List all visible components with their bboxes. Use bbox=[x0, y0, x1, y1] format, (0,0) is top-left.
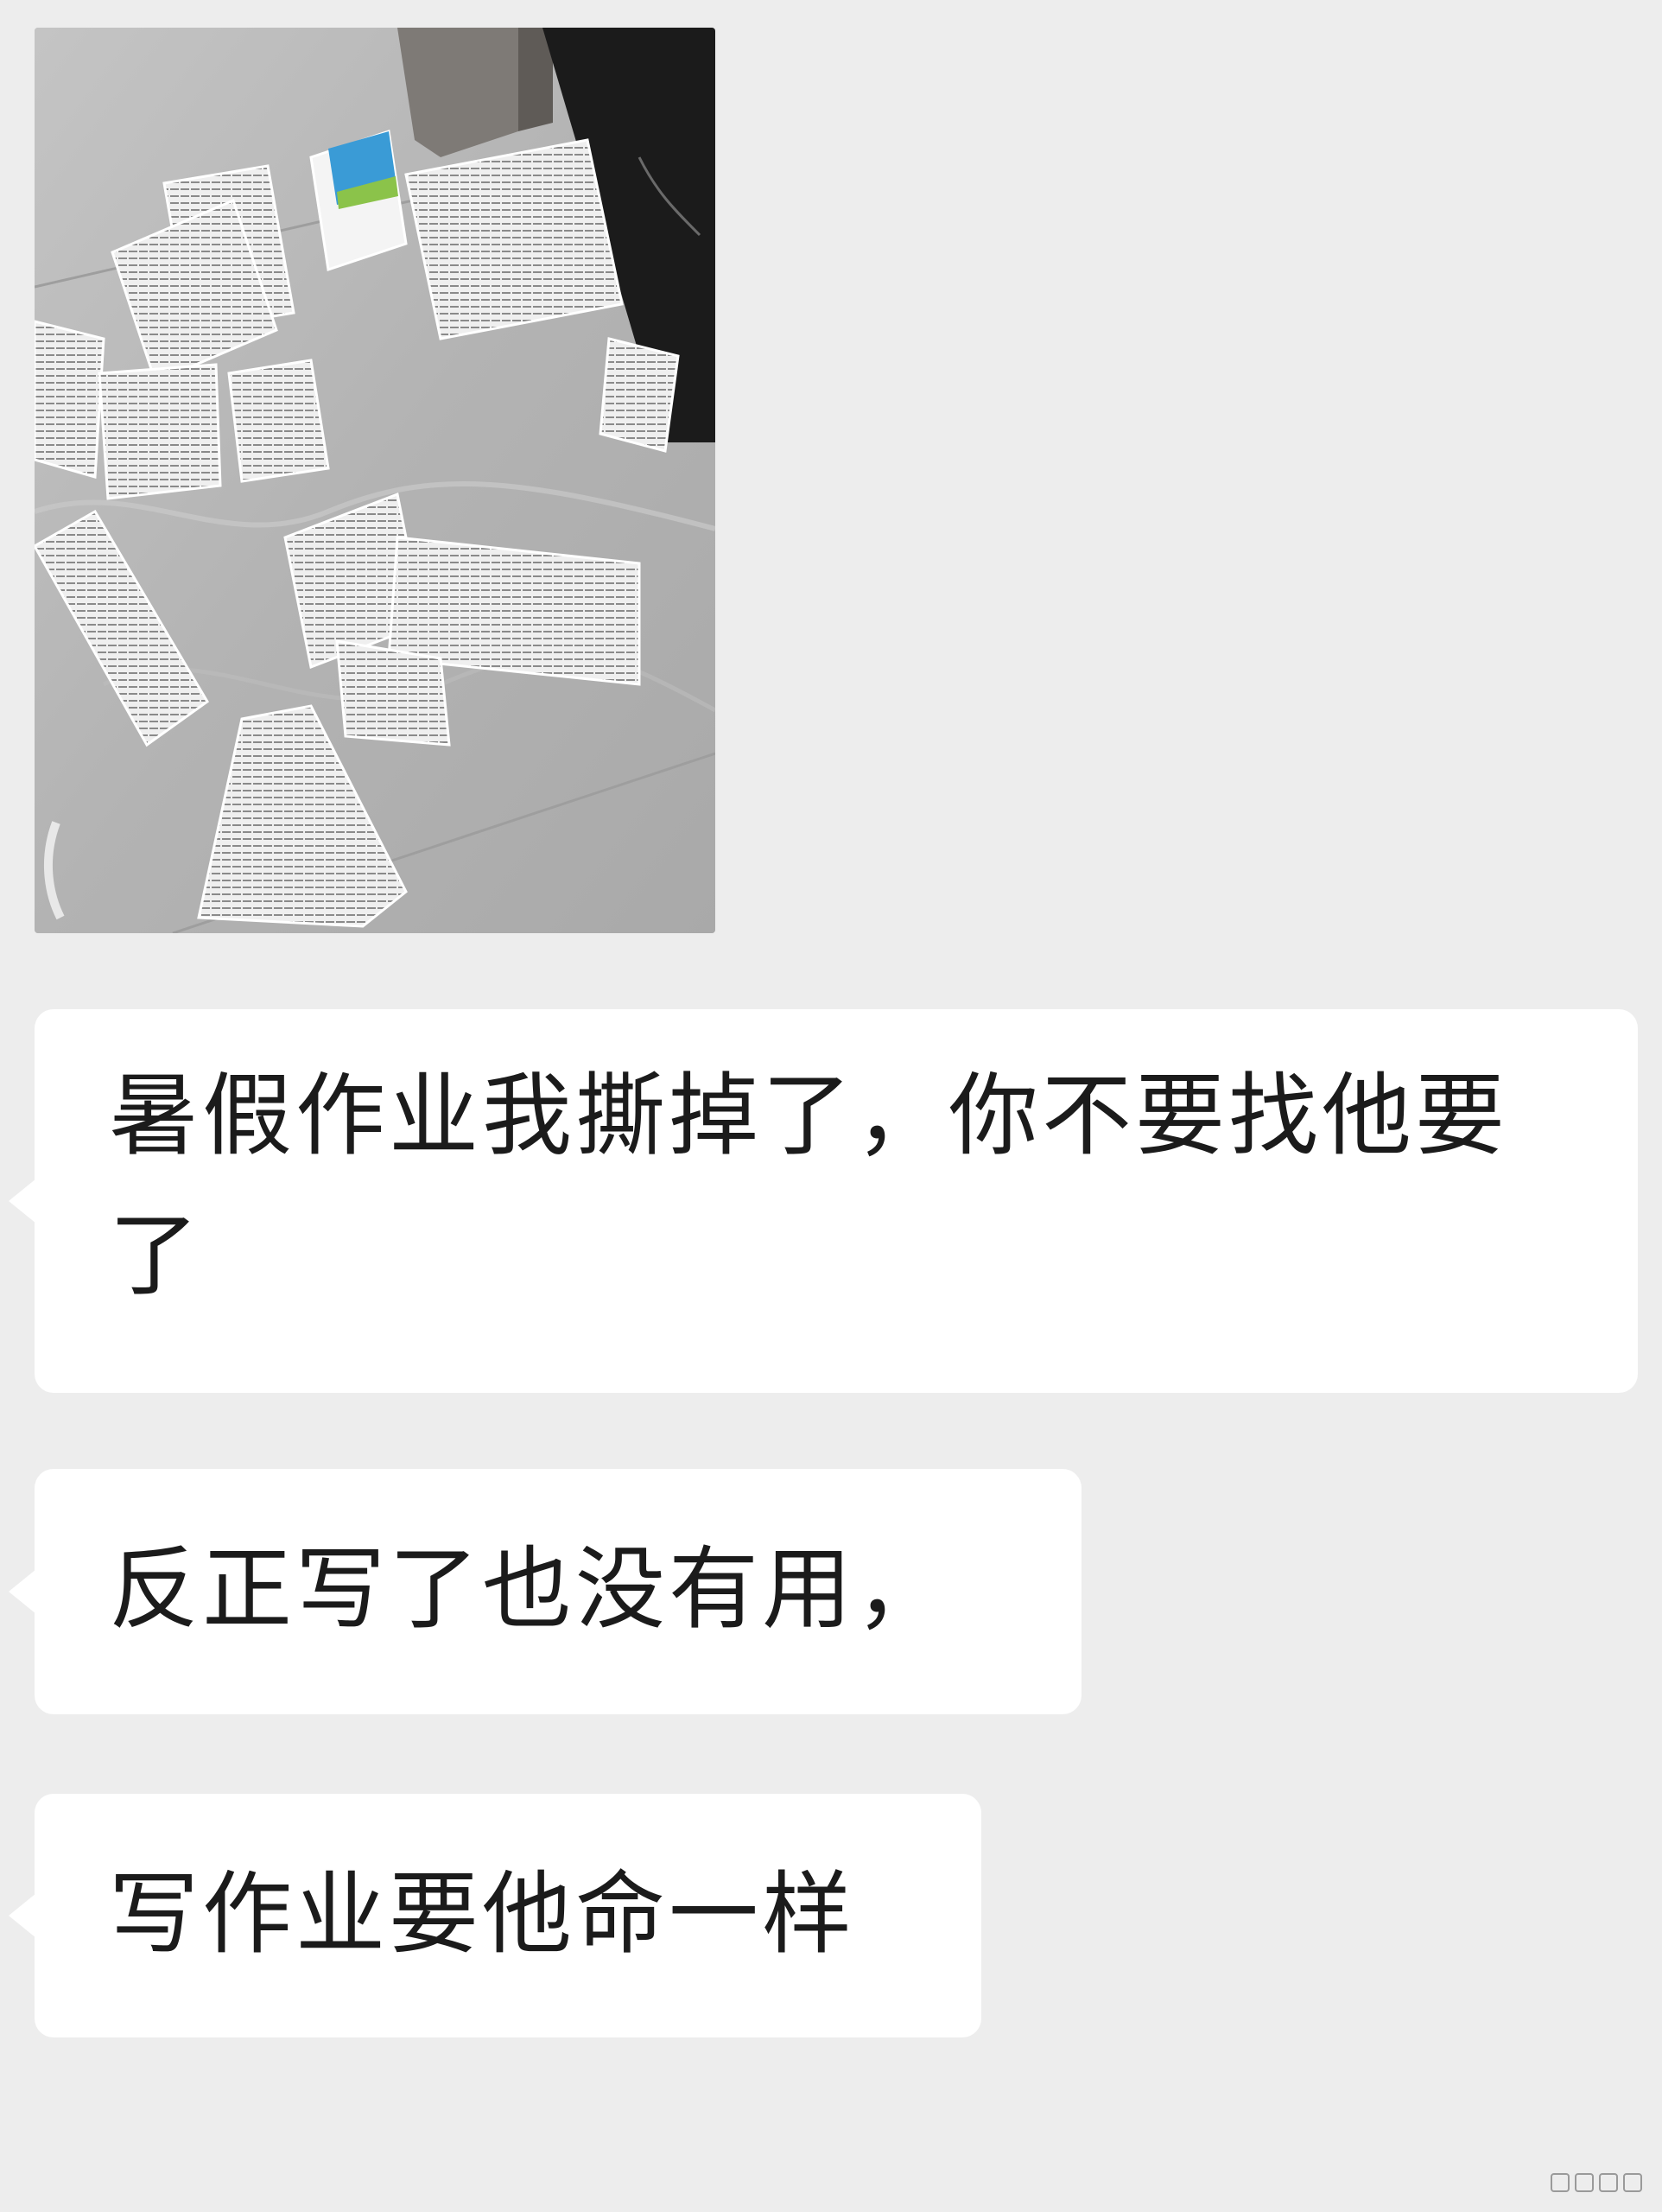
photo-torn-homework-icon bbox=[35, 28, 715, 933]
message-bubble[interactable]: 反正写了也没有用， bbox=[9, 1469, 1082, 1714]
message-text: 写作业要他命一样 bbox=[109, 1861, 856, 1967]
message-bubble[interactable]: 写作业要他命一样 bbox=[9, 1794, 981, 2037]
message-bubble[interactable]: 暑假作业我撕掉了，你不要找他要了 bbox=[9, 1009, 1638, 1393]
photo-message[interactable] bbox=[35, 28, 715, 933]
message-text: 暑假作业我撕掉了，你不要找他要了 bbox=[109, 1063, 1509, 1308]
watermark-icon bbox=[1551, 2173, 1642, 2192]
message-text: 反正写了也没有用， bbox=[109, 1536, 949, 1642]
chat-area: 暑假作业我撕掉了，你不要找他要了 反正写了也没有用， 写作业要他命一样 bbox=[0, 0, 1662, 2212]
